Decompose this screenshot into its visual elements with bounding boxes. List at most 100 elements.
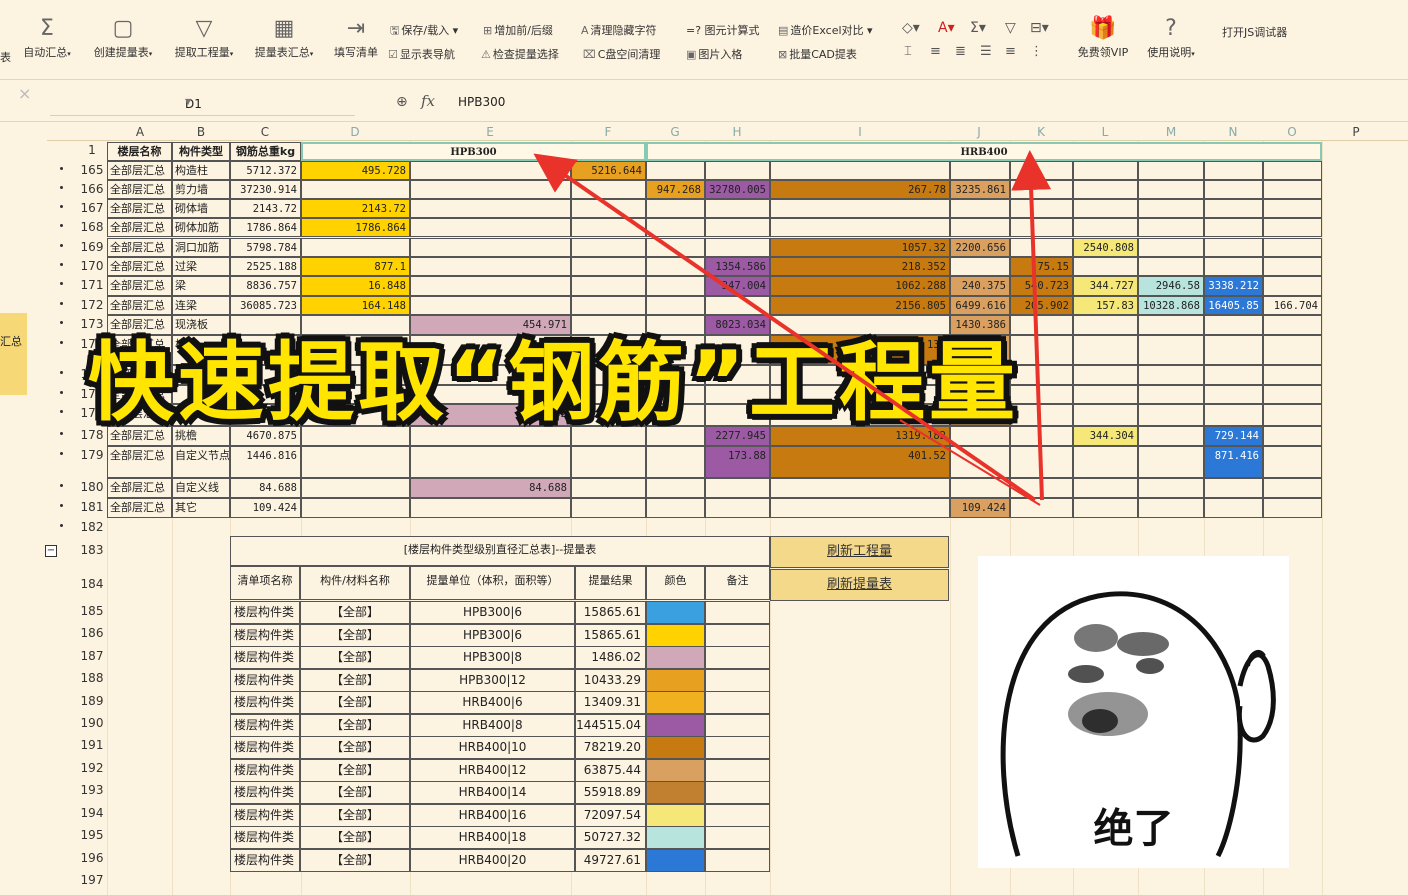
cell-g[interactable]: [646, 238, 705, 257]
cell-g[interactable]: [646, 199, 705, 218]
cell-g[interactable]: [646, 161, 705, 180]
summary-note[interactable]: [705, 781, 770, 804]
summary-component[interactable]: 【全部】: [300, 826, 410, 849]
cell-g[interactable]: [646, 498, 705, 518]
cell-floor-name[interactable]: 全部层汇总: [107, 446, 172, 478]
cell-g[interactable]: [646, 478, 705, 498]
refresh-table-button[interactable]: 刷新提量表: [770, 569, 949, 601]
cell-j[interactable]: [950, 218, 1010, 237]
summary-component[interactable]: 【全部】: [300, 601, 410, 624]
cell-k[interactable]: [1010, 238, 1073, 257]
cell-o[interactable]: [1263, 180, 1322, 199]
cell-k[interactable]: [1010, 199, 1073, 218]
cell-h[interactable]: 347.004: [705, 276, 770, 296]
row-number[interactable]: 179: [78, 448, 106, 462]
cell-d[interactable]: 495.728: [301, 161, 410, 180]
cell-j[interactable]: [950, 199, 1010, 218]
cell-total-weight[interactable]: 8836.757: [230, 276, 301, 296]
row-number[interactable]: 182: [78, 520, 106, 534]
cell-e[interactable]: [410, 257, 571, 276]
cell-g[interactable]: 947.268: [646, 180, 705, 199]
summary-color-swatch[interactable]: [646, 601, 705, 624]
cell-total-weight[interactable]: 2525.188: [230, 257, 301, 276]
cell-f[interactable]: [571, 218, 646, 237]
summary-component[interactable]: 【全部】: [300, 623, 410, 647]
summary-note[interactable]: [705, 623, 770, 647]
row-number[interactable]: 195: [78, 828, 106, 842]
row-number[interactable]: 192: [78, 761, 106, 775]
summary-result[interactable]: 15865.61: [575, 601, 646, 624]
summary-item-name[interactable]: 楼层构件类: [230, 803, 300, 827]
summary-note[interactable]: [705, 803, 770, 827]
cell-i[interactable]: [770, 498, 950, 518]
cell-m[interactable]: [1138, 257, 1204, 276]
cell-floor-name[interactable]: 全部层汇总: [107, 478, 172, 498]
cell-m[interactable]: [1138, 161, 1204, 180]
cell-component-type[interactable]: 洞口加筋: [172, 238, 230, 257]
summary-component[interactable]: 【全部】: [300, 713, 410, 737]
cell-i[interactable]: 1062.288: [770, 276, 950, 296]
summary-item-name[interactable]: 楼层构件类: [230, 826, 300, 849]
cell-floor-name[interactable]: 全部层汇总: [107, 218, 172, 237]
cell-e[interactable]: [410, 161, 571, 180]
cell-l[interactable]: 344.304: [1073, 426, 1138, 446]
cell-k[interactable]: [1010, 218, 1073, 237]
summary-result[interactable]: 78219.20: [575, 736, 646, 759]
row-number[interactable]: 165: [78, 163, 106, 177]
cell-d[interactable]: [301, 478, 410, 498]
cell-floor-name[interactable]: 全部层汇总: [107, 161, 172, 180]
summary-color-swatch[interactable]: [646, 848, 705, 872]
summary-unit[interactable]: HRB400|16: [410, 803, 575, 827]
summary-color-swatch[interactable]: [646, 713, 705, 737]
cell-total-weight[interactable]: 5712.372: [230, 161, 301, 180]
summary-result[interactable]: 144515.04: [575, 713, 646, 737]
cell-component-type[interactable]: 其它: [172, 498, 230, 518]
row-number[interactable]: 180: [78, 480, 106, 494]
cell-m[interactable]: [1138, 218, 1204, 237]
summary-component[interactable]: 【全部】: [300, 848, 410, 872]
summary-unit[interactable]: HRB400|8: [410, 713, 575, 737]
collapse-icon[interactable]: −: [45, 545, 57, 557]
summary-item-name[interactable]: 楼层构件类: [230, 646, 300, 669]
row-number[interactable]: 183: [78, 543, 106, 557]
cell-component-type[interactable]: 砌体加筋: [172, 218, 230, 237]
cell-floor-name[interactable]: 全部层汇总: [107, 180, 172, 199]
row-number[interactable]: 168: [78, 220, 106, 234]
cell-k[interactable]: [1010, 161, 1073, 180]
cell-e[interactable]: [410, 199, 571, 218]
summary-unit[interactable]: HRB400|18: [410, 826, 575, 849]
row-number[interactable]: 191: [78, 738, 106, 752]
cell-i[interactable]: [770, 478, 950, 498]
header-floor-name[interactable]: 楼层名称: [107, 142, 172, 161]
cell-k[interactable]: 75.15: [1010, 257, 1073, 276]
cell-m[interactable]: [1138, 180, 1204, 199]
row-number[interactable]: 189: [78, 694, 106, 708]
cell-i[interactable]: 267.78: [770, 180, 950, 199]
cell-m[interactable]: [1138, 199, 1204, 218]
cell-k[interactable]: [1010, 446, 1073, 478]
summary-item-name[interactable]: 楼层构件类: [230, 623, 300, 647]
cell-total-weight[interactable]: 109.424: [230, 498, 301, 518]
row-number[interactable]: 181: [78, 500, 106, 514]
cell-h[interactable]: [705, 218, 770, 237]
summary-unit[interactable]: HRB400|20: [410, 848, 575, 872]
cell-total-weight[interactable]: 5798.784: [230, 238, 301, 257]
cell-e[interactable]: [410, 238, 571, 257]
cell-m[interactable]: [1138, 498, 1204, 518]
cell-n[interactable]: [1204, 257, 1263, 276]
header-group-hrb400[interactable]: HRB400: [646, 142, 1322, 161]
summary-item-name[interactable]: 楼层构件类: [230, 713, 300, 737]
summary-color-swatch[interactable]: [646, 646, 705, 669]
cell-l[interactable]: [1073, 218, 1138, 237]
cell-n[interactable]: 871.416: [1204, 446, 1263, 478]
summary-unit[interactable]: HPB300|6: [410, 623, 575, 647]
summary-result[interactable]: 15865.61: [575, 623, 646, 647]
row-number[interactable]: 196: [78, 851, 106, 865]
cell-l[interactable]: 344.727: [1073, 276, 1138, 296]
cell-floor-name[interactable]: 全部层汇总: [107, 498, 172, 518]
cell-floor-name[interactable]: 全部层汇总: [107, 199, 172, 218]
summary-unit[interactable]: HPB300|8: [410, 646, 575, 669]
cell-n[interactable]: [1204, 161, 1263, 180]
cell-j[interactable]: 240.375: [950, 276, 1010, 296]
summary-item-name[interactable]: 楼层构件类: [230, 668, 300, 692]
